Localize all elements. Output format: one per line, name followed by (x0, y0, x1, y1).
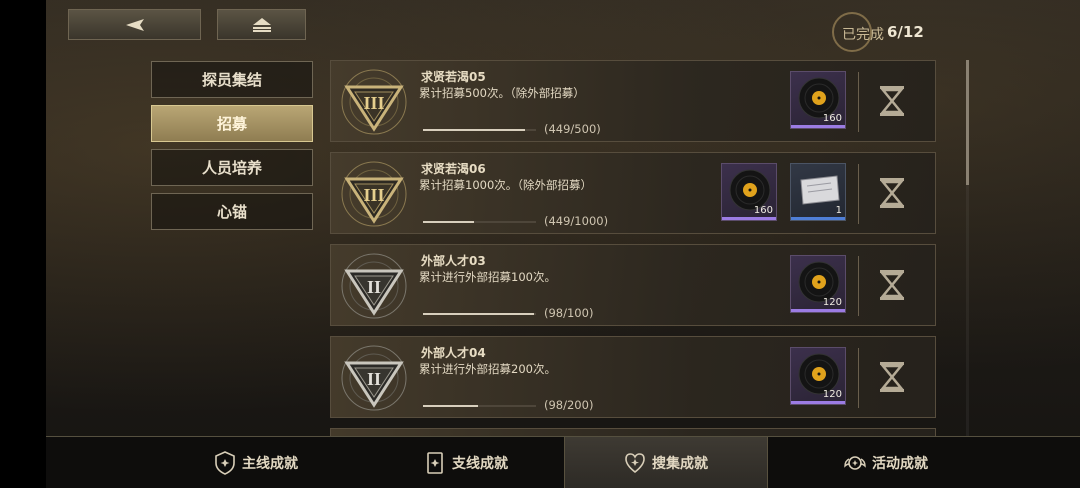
progress-bar (423, 313, 536, 315)
back-button[interactable] (68, 9, 201, 40)
shield-icon (215, 451, 235, 475)
bottom-tab-bar: 主线成就 支线成就 搜集成就 活动成就 (46, 436, 1080, 488)
tab-label: 主线成就 (242, 456, 298, 472)
home-icon (252, 17, 271, 32)
tab-label: 搜集成就 (652, 456, 708, 472)
divider (858, 348, 859, 408)
reward-item-ticket[interactable]: 1 (790, 163, 846, 221)
progress-bar (423, 129, 536, 131)
tab-collection-achievements[interactable]: 搜集成就 (564, 437, 768, 488)
achievement-card: III 求贤若渴06 累计招募1000次。（除外部招募） (449/1000) … (330, 152, 936, 234)
svg-text:III: III (363, 185, 384, 205)
tab-label: 活动成就 (872, 456, 928, 472)
achievement-card: II 外部人才03 累计进行外部招募100次。 (98/100) 120 (330, 244, 936, 326)
back-arrow-icon (125, 18, 144, 31)
hourglass-icon[interactable] (879, 85, 905, 117)
card-icon (427, 452, 443, 474)
svg-text:III: III (363, 93, 384, 113)
home-button[interactable] (217, 9, 306, 40)
achievement-title: 求贤若渴05 (421, 70, 486, 84)
hourglass-icon[interactable] (879, 269, 905, 301)
divider (858, 72, 859, 132)
achievement-desc: 累计招募1000次。（除外部招募） (419, 178, 593, 192)
progress-text: (449/1000) (544, 214, 609, 228)
gold-rank-emblem-icon: III (341, 161, 407, 227)
achievement-card: III 求贤若渴05 累计招募500次。（除外部招募） (449/500) 16… (330, 60, 936, 142)
svg-text:II: II (367, 277, 381, 297)
tab-side-achievements[interactable]: 支线成就 (376, 437, 556, 488)
tab-label: 支线成就 (452, 456, 508, 472)
side-item-heart-anchor[interactable]: 心锚 (151, 193, 313, 230)
completion-count: 6/12 (887, 23, 924, 41)
reward-qty: 120 (822, 389, 842, 400)
achievement-desc: 累计进行外部招募100次。 (419, 270, 556, 284)
scrollbar-thumb[interactable] (966, 60, 969, 185)
achievement-desc: 累计进行外部招募200次。 (419, 362, 556, 376)
side-item-label: 探员集结 (201, 71, 262, 89)
achievement-title: 求贤若渴06 (421, 162, 486, 176)
reward-item-record[interactable]: 160 (721, 163, 777, 221)
side-item-label: 招募 (216, 115, 247, 133)
left-edge (0, 0, 46, 488)
tab-main-achievements[interactable]: 主线成就 (166, 437, 346, 488)
svg-text:II: II (367, 369, 381, 389)
achievement-desc: 累计招募500次。（除外部招募） (419, 86, 585, 100)
hourglass-icon[interactable] (879, 177, 905, 209)
silver-rank-emblem-icon: II (341, 345, 407, 411)
reward-item-record[interactable]: 120 (790, 255, 846, 313)
completion-label: 已完成 (842, 27, 884, 43)
progress-text: (449/500) (544, 122, 601, 136)
reward-qty: 160 (753, 205, 773, 216)
achievement-card (330, 428, 936, 436)
side-item-agent-assembly[interactable]: 探员集结 (151, 61, 313, 98)
achievement-list[interactable]: III 求贤若渴05 累计招募500次。（除外部招募） (449/500) 16… (330, 60, 936, 436)
achievement-card: II 外部人才04 累计进行外部招募200次。 (98/200) 120 (330, 336, 936, 418)
ticket-icon (800, 175, 840, 205)
hourglass-icon[interactable] (879, 361, 905, 393)
tab-event-achievements[interactable]: 活动成就 (796, 437, 976, 488)
winged-badge-icon (844, 456, 866, 470)
progress-text: (98/100) (544, 306, 594, 320)
side-item-training[interactable]: 人员培养 (151, 149, 313, 186)
completion-counter: 已完成 6/12 (830, 10, 930, 56)
divider (858, 256, 859, 316)
achievement-title: 外部人才03 (421, 254, 486, 268)
progress-bar (423, 221, 536, 223)
reward-qty: 1 (835, 205, 842, 216)
progress-text: (98/200) (544, 398, 594, 412)
divider (858, 164, 859, 224)
reward-item-record[interactable]: 160 (790, 71, 846, 129)
silver-rank-emblem-icon: II (341, 253, 407, 319)
side-item-label: 人员培养 (201, 159, 262, 177)
reward-item-record[interactable]: 120 (790, 347, 846, 405)
side-menu: 探员集结 招募 人员培养 心锚 (151, 61, 313, 237)
gold-rank-emblem-icon: III (341, 69, 407, 135)
heart-badge-icon (625, 453, 645, 474)
progress-bar (423, 405, 536, 407)
side-item-recruit[interactable]: 招募 (151, 105, 313, 142)
achievement-title: 外部人才04 (421, 346, 486, 360)
side-item-label: 心锚 (216, 203, 247, 221)
reward-qty: 160 (822, 113, 842, 124)
reward-qty: 120 (822, 297, 842, 308)
